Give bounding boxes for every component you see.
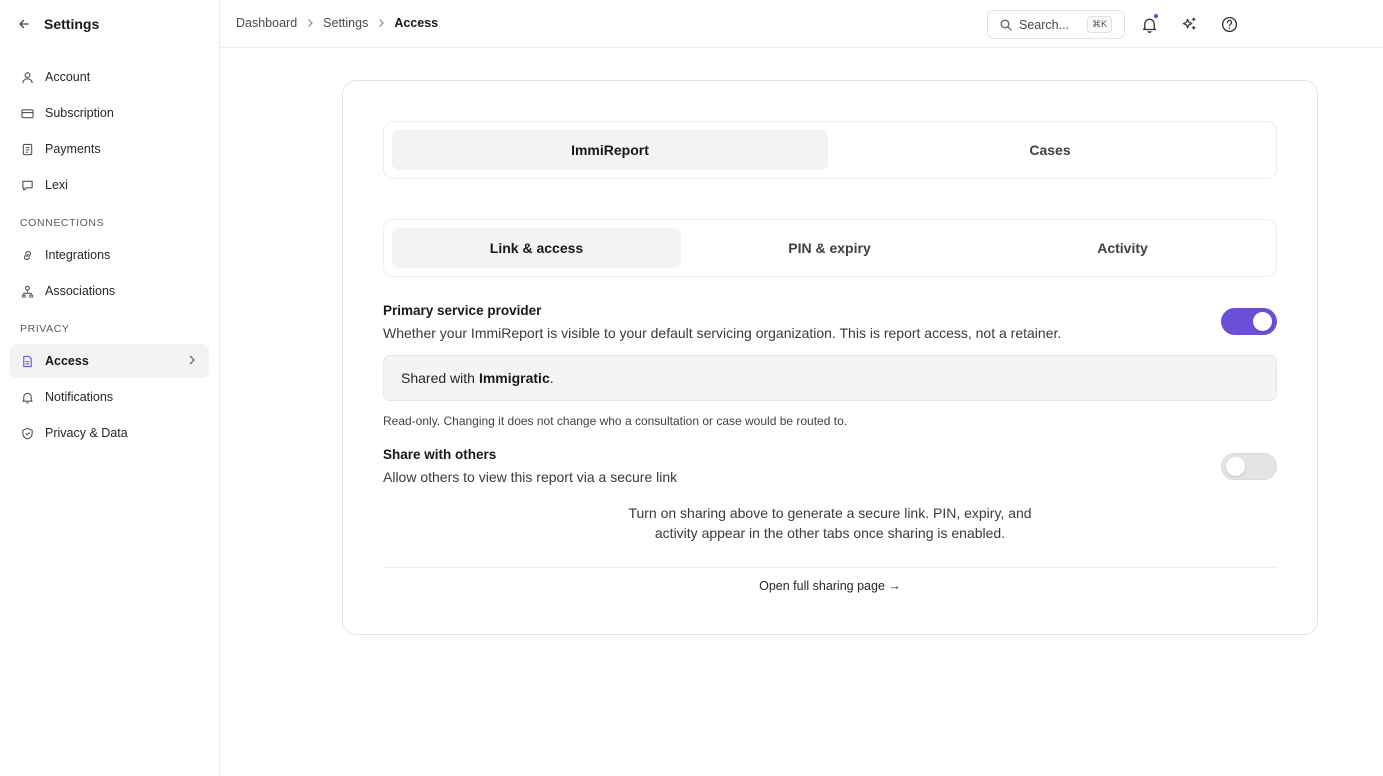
breadcrumb-dashboard[interactable]: Dashboard	[236, 16, 297, 30]
chevron-right-icon	[377, 18, 385, 28]
sidebar: Settings Account Subscription Payments L…	[0, 0, 220, 776]
sidebar-item-access[interactable]: Access	[10, 344, 209, 378]
card-icon	[20, 106, 35, 121]
tab-pin-expiry[interactable]: PIN & expiry	[685, 228, 974, 268]
toggle-knob	[1253, 312, 1272, 331]
sidebar-item-lexi[interactable]: Lexi	[10, 168, 209, 202]
back-arrow-icon[interactable]	[16, 16, 32, 32]
sidebar-item-label: Integrations	[45, 248, 111, 262]
breadcrumb-current: Access	[394, 16, 439, 30]
notifications-button[interactable]	[1137, 12, 1161, 36]
sidebar-item-label: Subscription	[45, 106, 114, 120]
sharing-info-line-2: activity appear in the other tabs once s…	[654, 525, 1006, 541]
search-icon	[1000, 19, 1012, 31]
sharing-info-line-1: Turn on sharing above to generate a secu…	[628, 505, 1032, 521]
sidebar-item-integrations[interactable]: Integrations	[10, 238, 209, 272]
shared-suffix: .	[549, 370, 554, 386]
receipt-icon	[20, 142, 35, 157]
sidebar-item-label: Associations	[45, 284, 116, 298]
access-sub-tabs: Link & access PIN & expiry Activity	[383, 219, 1277, 277]
sparkles-icon	[1181, 16, 1198, 33]
share-others-toggle[interactable]	[1221, 453, 1277, 480]
sidebar-item-associations[interactable]: Associations	[10, 274, 209, 308]
tab-immireport[interactable]: ImmiReport	[392, 130, 828, 170]
sidebar-item-account[interactable]: Account	[10, 60, 209, 94]
sidebar-item-label: Notifications	[45, 390, 114, 404]
sidebar-item-privacy-data[interactable]: Privacy & Data	[10, 416, 209, 450]
access-card: ImmiReport Cases Link & access PIN & exp…	[342, 80, 1318, 635]
sidebar-item-label: Privacy & Data	[45, 426, 128, 440]
sharing-info-message: Turn on sharing above to generate a secu…	[383, 503, 1277, 543]
help-button[interactable]	[1217, 12, 1241, 36]
bell-icon	[20, 390, 35, 405]
sidebar-header: Settings	[0, 0, 219, 48]
breadcrumb-settings[interactable]: Settings	[323, 16, 368, 30]
tab-cases[interactable]: Cases	[832, 130, 1268, 170]
read-only-note: Read-only. Changing it does not change w…	[383, 414, 848, 428]
link-icon	[20, 248, 35, 263]
tab-link-access[interactable]: Link & access	[392, 228, 681, 268]
chevron-right-icon	[306, 18, 314, 28]
toggle-knob	[1226, 457, 1245, 476]
shared-with-box: Shared with Immigratic.	[383, 355, 1277, 401]
help-circle-icon	[1221, 16, 1238, 33]
primary-provider-title: Primary service provider	[383, 303, 542, 318]
share-others-title: Share with others	[383, 447, 497, 462]
shared-prefix: Shared with	[401, 370, 475, 386]
open-full-sharing-link[interactable]: Open full sharing page →	[383, 579, 1277, 593]
section-label-connections: CONNECTIONS	[20, 217, 105, 229]
sidebar-item-label: Lexi	[45, 178, 68, 192]
shared-org-name: Immigratic	[478, 370, 550, 386]
sidebar-item-label: Access	[45, 354, 89, 368]
report-type-tabs: ImmiReport Cases	[383, 121, 1277, 179]
user-icon	[20, 70, 35, 85]
shortcut-badge: ⌘K	[1086, 16, 1112, 33]
primary-provider-toggle[interactable]	[1221, 308, 1277, 335]
network-icon	[20, 284, 35, 299]
notification-dot	[1153, 13, 1159, 19]
breadcrumb: Dashboard Settings Access	[236, 16, 438, 30]
share-others-description: Allow others to view this report via a s…	[383, 469, 678, 485]
sidebar-title: Settings	[44, 16, 100, 32]
shield-icon	[20, 426, 35, 441]
chevron-right-icon	[187, 354, 197, 369]
tab-activity[interactable]: Activity	[978, 228, 1267, 268]
ai-assistant-button[interactable]	[1177, 12, 1201, 36]
sidebar-item-subscription[interactable]: Subscription	[10, 96, 209, 130]
chat-icon	[20, 178, 35, 193]
primary-provider-description: Whether your ImmiReport is visible to yo…	[383, 325, 1062, 341]
section-label-privacy: PRIVACY	[20, 323, 70, 335]
document-icon	[20, 354, 35, 369]
sidebar-item-notifications[interactable]: Notifications	[10, 380, 209, 414]
search-placeholder: Search...	[1019, 17, 1070, 32]
sidebar-item-label: Account	[45, 70, 91, 84]
divider	[383, 567, 1277, 568]
topbar: Dashboard Settings Access Search... ⌘K	[220, 0, 1383, 48]
sidebar-item-payments[interactable]: Payments	[10, 132, 209, 166]
search-input[interactable]: Search... ⌘K	[987, 10, 1125, 39]
sidebar-item-label: Payments	[45, 142, 101, 156]
